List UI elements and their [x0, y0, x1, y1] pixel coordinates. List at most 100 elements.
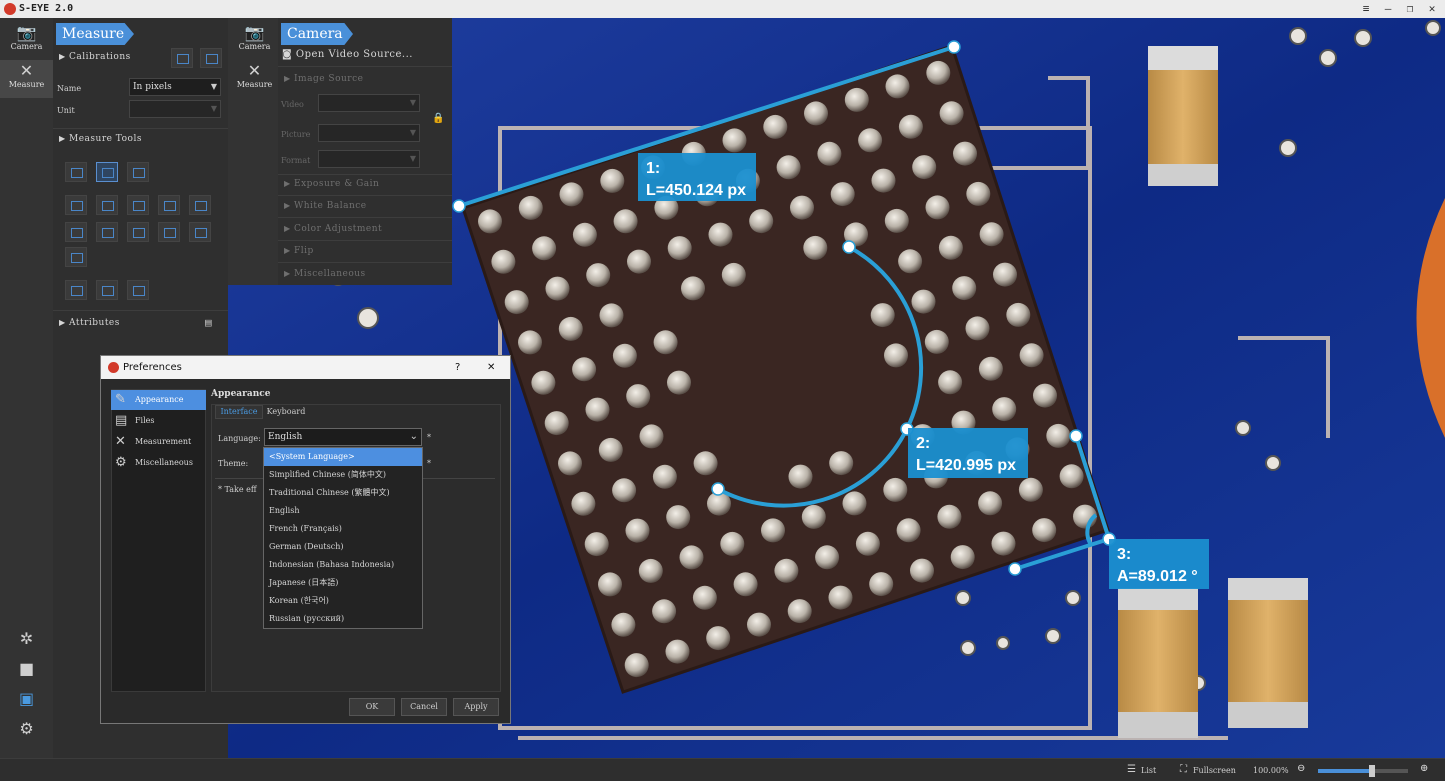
save-icon[interactable]: ▤	[205, 316, 212, 329]
tool-parallel[interactable]	[96, 195, 118, 215]
measure-panel-tab[interactable]: Measure	[56, 23, 134, 45]
solder-ball	[992, 397, 1017, 422]
tab-interface[interactable]: Interface	[215, 405, 263, 419]
name-select[interactable]: In pixels ▼	[129, 78, 221, 96]
edit-calibration-button[interactable]	[200, 48, 222, 68]
attributes-section[interactable]: ▶ Attributes	[59, 318, 120, 328]
measure-tools-section[interactable]: ▶ Measure Tools	[59, 134, 142, 144]
zoom-out-icon[interactable]: ⊖	[1297, 763, 1305, 774]
help-button[interactable]: ?	[455, 356, 460, 379]
language-option[interactable]: Korean (한국어)	[264, 592, 422, 610]
mid-rail-camera-button[interactable]: 📷 Camera	[228, 22, 281, 60]
rail-measure-button[interactable]: ✕ Measure	[0, 60, 53, 98]
video-select[interactable]: ▼	[318, 94, 420, 112]
tool-line[interactable]	[65, 195, 87, 215]
app-logo-icon	[108, 362, 119, 373]
calibrations-section[interactable]: ▶ Calibrations	[59, 52, 131, 62]
solder-ball	[720, 531, 745, 556]
close-dialog-button[interactable]: ✕	[487, 356, 495, 379]
close-window-button[interactable]: ✕	[1421, 1, 1443, 17]
language-option[interactable]: <System Language>	[264, 448, 422, 466]
solder-ball	[613, 209, 638, 234]
svg-text:1:: 1:	[646, 160, 660, 177]
picture-select[interactable]: ▼	[318, 124, 420, 142]
nav-files[interactable]: ▤ Files	[111, 411, 206, 431]
language-option[interactable]: Simplified Chinese (简体中文)	[264, 466, 422, 484]
solder-ball	[938, 370, 963, 395]
list-button[interactable]: List	[1141, 766, 1156, 775]
tool-polygon[interactable]	[158, 195, 180, 215]
zoom-in-icon[interactable]: ⊕	[1420, 763, 1428, 774]
minimize-button[interactable]: –	[1377, 1, 1399, 17]
tool-pointer[interactable]	[96, 162, 118, 182]
tool-angle[interactable]	[65, 222, 87, 242]
tool-circle[interactable]	[158, 222, 180, 242]
solder-ball	[749, 209, 774, 234]
flip-section[interactable]: ▶ Flip	[284, 246, 314, 256]
rail-camera-button[interactable]: 📷 Camera	[0, 22, 53, 60]
unit-select[interactable]: ▼	[129, 100, 221, 118]
chevron-down-icon: ▼	[210, 104, 217, 113]
solder-ball	[612, 478, 637, 503]
cancel-button[interactable]: Cancel	[401, 698, 447, 716]
restore-button[interactable]: ❐	[1399, 1, 1421, 17]
language-option[interactable]: Japanese (日本語)	[264, 574, 422, 592]
tool-scale-bar[interactable]	[127, 280, 149, 300]
language-option[interactable]: Indonesian (Bahasa Indonesia)	[264, 556, 422, 574]
language-option[interactable]: English	[264, 502, 422, 520]
measurement-icon: ✕	[115, 434, 126, 449]
tool-rectangle[interactable]	[127, 195, 149, 215]
camera-panel-tab[interactable]: Camera	[281, 23, 353, 45]
zoom-slider-handle[interactable]	[1369, 765, 1375, 777]
ok-button[interactable]: OK	[349, 698, 395, 716]
aperture-button[interactable]: ✲	[0, 628, 53, 658]
solder-ball	[1032, 518, 1057, 543]
zoom-slider[interactable]	[1318, 765, 1408, 777]
white-balance-section[interactable]: ▶ White Balance	[284, 201, 367, 211]
solder-ball	[898, 249, 923, 274]
solder-ball	[911, 289, 936, 314]
tool-delete[interactable]	[127, 162, 149, 182]
flip-label: Flip	[294, 246, 314, 256]
nav-appearance-label: Appearance	[135, 395, 184, 404]
language-select[interactable]: English ⌄	[264, 428, 422, 446]
open-video-source[interactable]: ◙ Open Video Source...	[282, 49, 413, 60]
nav-appearance[interactable]: ✎ Appearance	[111, 390, 206, 410]
gallery-button[interactable]: ▣	[0, 688, 53, 718]
solder-ball	[978, 356, 1003, 381]
lock-icon[interactable]: 🔒	[432, 113, 444, 124]
nav-measurement[interactable]: ✕ Measurement	[111, 432, 206, 452]
language-option[interactable]: German (Deutsch)	[264, 538, 422, 556]
mid-rail-measure-button[interactable]: ✕ Measure	[228, 60, 281, 98]
format-select[interactable]: ▼	[318, 150, 420, 168]
language-option[interactable]: French (Français)	[264, 520, 422, 538]
files-icon: ▤	[115, 413, 128, 428]
tool-text[interactable]	[65, 280, 87, 300]
tool-arc[interactable]	[127, 222, 149, 242]
color-adjustment-section[interactable]: ▶ Color Adjustment	[284, 224, 382, 234]
settings-button[interactable]: ⚙	[0, 718, 53, 748]
tool-grid[interactable]	[96, 280, 118, 300]
add-calibration-button[interactable]	[171, 48, 193, 68]
apply-button[interactable]: Apply	[453, 698, 499, 716]
language-option[interactable]: Traditional Chinese (繁體中文)	[264, 484, 422, 502]
tab-keyboard[interactable]: Keyboard	[264, 405, 308, 419]
fullscreen-button[interactable]: Fullscreen	[1193, 766, 1236, 775]
app-logo-icon	[4, 3, 16, 15]
rail-measure-label: Measure	[8, 80, 45, 89]
nav-miscellaneous[interactable]: ⚙ Miscellaneous	[111, 453, 206, 473]
solder-ball	[585, 397, 610, 422]
tool-concentric[interactable]	[189, 222, 211, 242]
solder-ball	[599, 303, 624, 328]
menu-button[interactable]: ≡	[1355, 1, 1377, 17]
miscellaneous-section[interactable]: ▶ Miscellaneous	[284, 269, 366, 279]
tool-point[interactable]	[65, 247, 87, 267]
image-source-section[interactable]: ▶ Image Source	[284, 74, 363, 84]
tool-rectangle-select[interactable]	[65, 162, 87, 182]
measurement-label-1: 1: L=450.124 px	[638, 153, 756, 201]
exposure-gain-section[interactable]: ▶ Exposure & Gain	[284, 179, 379, 189]
tool-curve[interactable]	[189, 195, 211, 215]
tool-angle-2[interactable]	[96, 222, 118, 242]
video-button[interactable]: ■	[0, 658, 53, 688]
language-option[interactable]: Russian (русский)	[264, 610, 422, 628]
